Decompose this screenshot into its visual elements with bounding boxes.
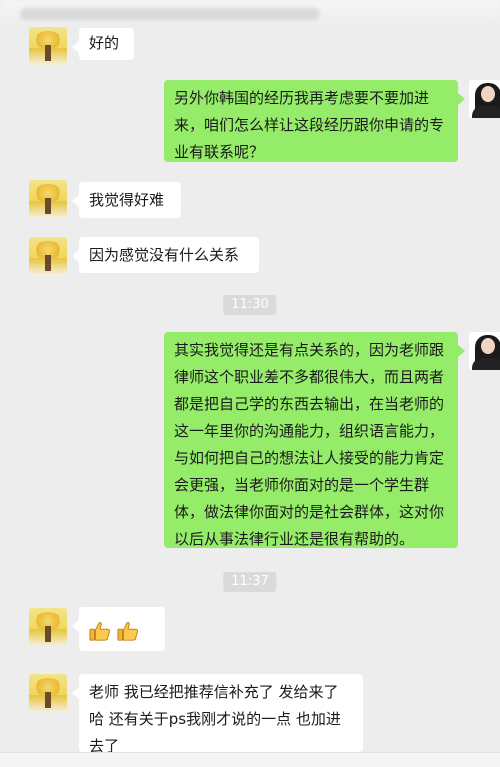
contact-avatar[interactable]: [29, 237, 67, 275]
contact-avatar[interactable]: [29, 674, 67, 712]
timestamp-badge: 11:37: [223, 572, 277, 592]
input-bar-edge: [0, 752, 500, 767]
message-text: 因为感觉没有什么关系: [89, 246, 240, 264]
user-avatar[interactable]: [469, 332, 500, 370]
contact-avatar[interactable]: [29, 27, 67, 65]
message-bubble-outgoing[interactable]: 其实我觉得还是有点关系的，因为老师跟律师这个职业差不多都很伟大，而且两者都是把自…: [164, 332, 465, 548]
thumbs-up-icon: [117, 621, 138, 641]
message-text: 好的: [89, 34, 120, 52]
blurred-header: [0, 0, 500, 30]
contact-avatar[interactable]: [29, 608, 67, 646]
message-bubble-outgoing[interactable]: 另外你韩国的经历我再考虑要不要加进来，咱们怎么样让这段经历跟你申请的专业有联系呢…: [164, 80, 465, 162]
contact-avatar[interactable]: [29, 180, 67, 218]
message-text: 其实我觉得还是有点关系的，因为老师跟律师这个职业差不多都很伟大，而且两者都是把自…: [174, 341, 445, 548]
user-avatar[interactable]: [469, 80, 500, 118]
message-bubble-incoming[interactable]: 我觉得好难: [72, 182, 181, 218]
message-text: 另外你韩国的经历我再考虑要不要加进来，咱们怎么样让这段经历跟你申请的专业有联系呢…: [174, 89, 445, 161]
message-text: 我觉得好难: [89, 191, 165, 209]
message-bubble-incoming[interactable]: 老师 我已经把推荐信补充了 发给来了哈 还有关于ps我刚才说的一点 也加进去了: [72, 674, 363, 755]
message-bubble-incoming[interactable]: [72, 607, 165, 651]
message-bubble-incoming[interactable]: 好的: [72, 28, 134, 60]
chat-window: 好的 另外你韩国的经历我再考虑要不要加进来，咱们怎么样让这段经历跟你申请的专业有…: [0, 0, 500, 767]
thumbs-up-icon: [89, 621, 110, 641]
message-bubble-incoming[interactable]: 因为感觉没有什么关系: [72, 237, 259, 273]
message-text: 老师 我已经把推荐信补充了 发给来了哈 还有关于ps我刚才说的一点 也加进去了: [89, 683, 341, 755]
timestamp-badge: 11:30: [223, 295, 277, 315]
